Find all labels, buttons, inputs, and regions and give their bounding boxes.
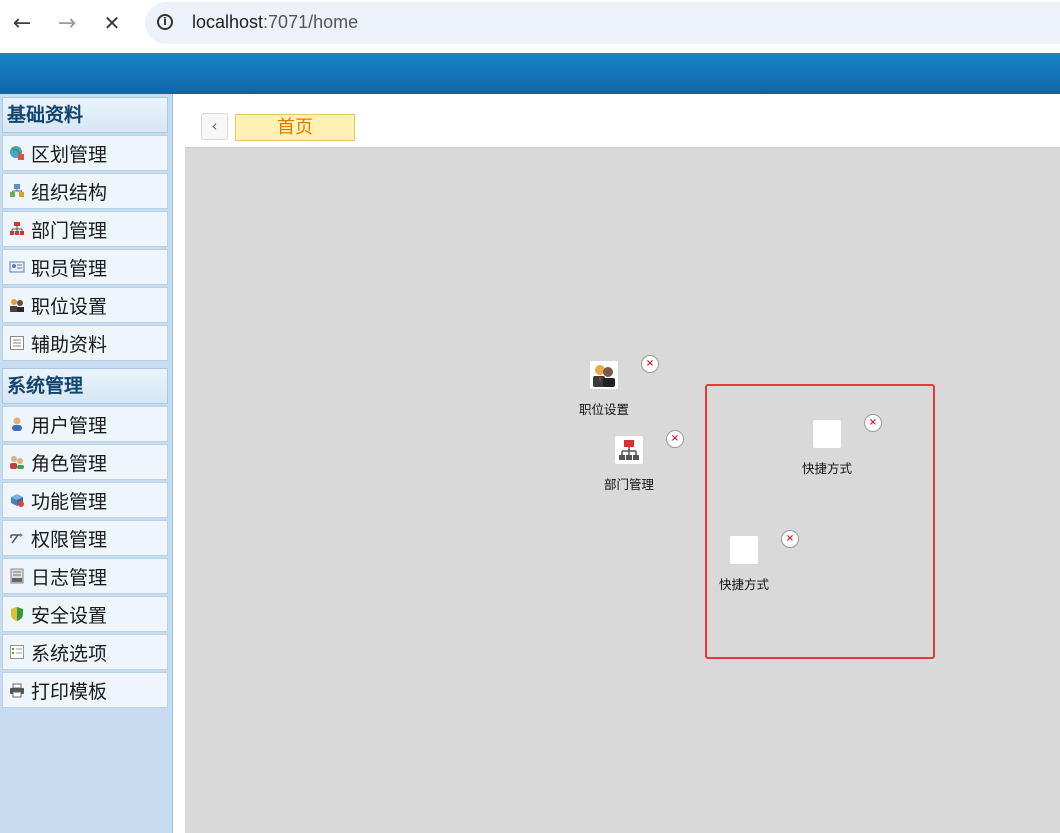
log-icon: [9, 568, 25, 584]
url-text: localhost:7071/home: [192, 12, 358, 33]
sidebar-item-user[interactable]: 用户管理: [2, 406, 168, 442]
shortcut-label: 部门管理: [603, 477, 654, 492]
list-icon: [9, 335, 25, 351]
shortcut-label: 职位设置: [578, 402, 629, 417]
close-icon[interactable]: ×: [781, 530, 799, 548]
sidebar-item-security[interactable]: 安全设置: [2, 596, 168, 632]
blank-icon: [730, 536, 758, 564]
sidebar-item-print-template[interactable]: 打印模板: [2, 672, 168, 708]
position-icon: [590, 361, 618, 389]
sidebar-group-title[interactable]: 基础资料: [2, 97, 168, 133]
sidebar-item-department[interactable]: 部门管理: [2, 211, 168, 247]
shortcut-placeholder[interactable]: 快捷方式: [782, 420, 872, 477]
sidebar-group-title[interactable]: 系统管理: [2, 368, 168, 404]
org-structure-icon: [9, 183, 25, 199]
sidebar-item-label: 权限管理: [31, 528, 108, 551]
sidebar-item-label: 用户管理: [31, 414, 108, 437]
url-host: localhost: [192, 12, 264, 32]
close-icon[interactable]: ×: [666, 430, 684, 448]
department-icon: [615, 436, 643, 464]
shortcut-placeholder[interactable]: 快捷方式: [699, 536, 789, 593]
shortcut-position[interactable]: 职位设置: [559, 361, 649, 418]
sidebar-item-permission[interactable]: 权限管理: [2, 520, 168, 556]
sidebar-item-label: 辅助资料: [31, 333, 108, 356]
app-header-band: [0, 53, 1060, 94]
address-bar[interactable]: i localhost:7071/home: [145, 2, 1060, 44]
sidebar: 基础资料 区划管理 组织结构 部门管理 职员管理 职位设置 辅助资料 系统管理 …: [0, 94, 173, 833]
sidebar-item-position[interactable]: 职位设置: [2, 287, 168, 323]
sidebar-item-role[interactable]: 角色管理: [2, 444, 168, 480]
sidebar-item-log[interactable]: 日志管理: [2, 558, 168, 594]
browser-toolbar: ← → ✕ i localhost:7071/home: [0, 0, 1060, 53]
sidebar-item-label: 组织结构: [31, 181, 108, 204]
printer-icon: [9, 682, 25, 698]
sidebar-item-region[interactable]: 区划管理: [2, 135, 168, 171]
sidebar-group-system: 系统管理 用户管理 角色管理 功能管理 权限管理 日志管理 安全设置 系统选项 …: [2, 368, 168, 708]
tab-scroll-left-button[interactable]: ‹: [201, 113, 228, 140]
shortcut-label: 快捷方式: [718, 577, 769, 592]
sidebar-group-basic: 基础资料 区划管理 组织结构 部门管理 职员管理 职位设置 辅助资料: [2, 97, 168, 361]
sidebar-item-label: 安全设置: [31, 604, 108, 627]
position-icon: [9, 297, 25, 313]
permission-icon: [9, 530, 25, 546]
sidebar-item-label: 角色管理: [31, 452, 108, 475]
sidebar-item-options[interactable]: 系统选项: [2, 634, 168, 670]
function-icon: [9, 492, 25, 508]
desktop-area[interactable]: 职位设置 × 部门管理 × 快捷方式 × 快捷方式 ×: [185, 147, 1060, 833]
blank-icon: [813, 420, 841, 448]
site-info-icon[interactable]: i: [157, 14, 173, 30]
sidebar-item-staff[interactable]: 职员管理: [2, 249, 168, 285]
stop-loading-icon[interactable]: ✕: [97, 8, 127, 38]
user-icon: [9, 416, 25, 432]
close-icon[interactable]: ×: [641, 355, 659, 373]
role-icon: [9, 454, 25, 470]
staff-card-icon: [9, 259, 25, 275]
sidebar-item-label: 职员管理: [31, 257, 108, 280]
shield-icon: [9, 606, 25, 622]
forward-arrow-icon[interactable]: →: [52, 8, 82, 38]
close-icon[interactable]: ×: [864, 414, 882, 432]
sidebar-item-label: 职位设置: [31, 295, 108, 318]
sidebar-item-label: 区划管理: [31, 143, 108, 166]
main-content: ‹ 首页 职位设置 × 部门管理 × 快捷方式 × 快捷方式 ×: [173, 94, 1060, 833]
sidebar-item-label: 功能管理: [31, 490, 108, 513]
sidebar-item-label: 部门管理: [31, 219, 108, 242]
options-icon: [9, 644, 25, 660]
url-port-path: :7071/home: [263, 12, 359, 32]
sidebar-item-label: 日志管理: [31, 566, 108, 589]
department-icon: [9, 221, 25, 237]
sidebar-item-aux-data[interactable]: 辅助资料: [2, 325, 168, 361]
sidebar-item-label: 打印模板: [31, 680, 108, 703]
sidebar-item-org-structure[interactable]: 组织结构: [2, 173, 168, 209]
tab-home[interactable]: 首页: [235, 114, 355, 141]
back-arrow-icon[interactable]: ←: [7, 8, 37, 38]
region-icon: [9, 145, 25, 161]
sidebar-item-label: 系统选项: [31, 642, 108, 665]
shortcut-label: 快捷方式: [801, 461, 852, 476]
shortcut-department[interactable]: 部门管理: [584, 436, 674, 493]
sidebar-item-function[interactable]: 功能管理: [2, 482, 168, 518]
